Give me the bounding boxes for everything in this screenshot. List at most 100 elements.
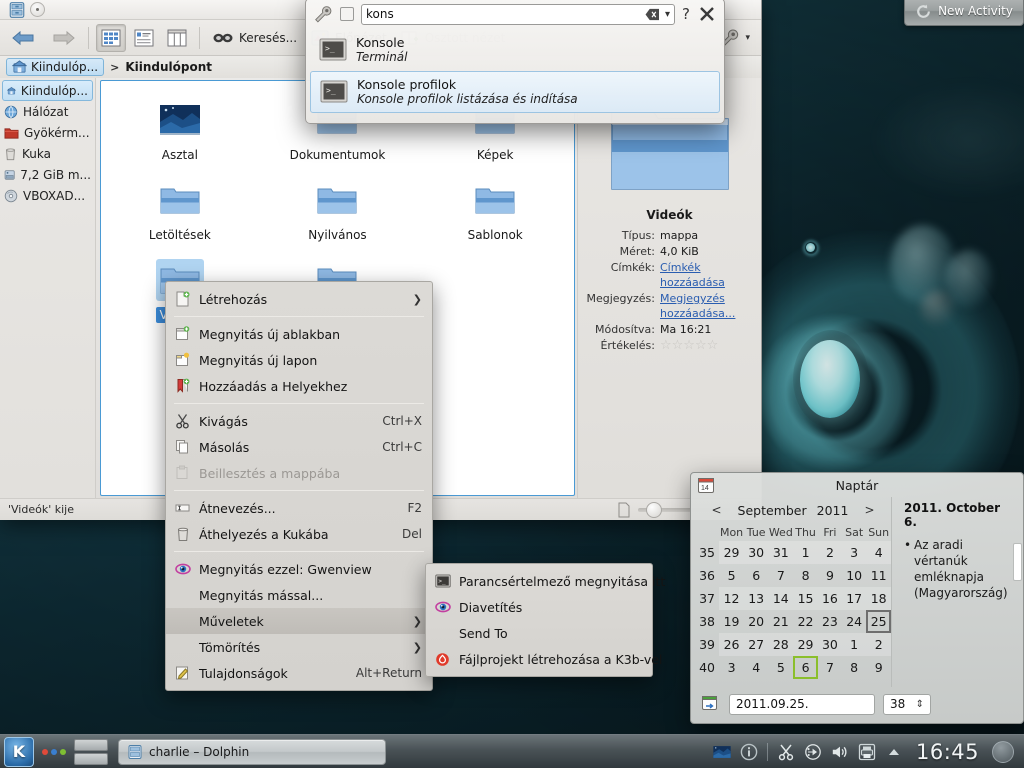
next-month-button[interactable]: > (858, 503, 880, 517)
calendar-day[interactable]: 4 (744, 656, 768, 679)
calendar-day[interactable]: 21 (768, 610, 793, 633)
calendar-day[interactable]: 22 (793, 610, 818, 633)
krunner-search-input[interactable]: kons ▾ (361, 4, 675, 25)
calendar-day[interactable]: 8 (793, 564, 818, 587)
usb-icon[interactable] (804, 743, 822, 761)
submenu-item-open-terminal[interactable]: >_ Parancsértelmező megnyitása itt (426, 568, 652, 594)
pager-desktop-1[interactable] (74, 739, 108, 751)
breadcrumb-home[interactable]: Kiindulóp... (6, 58, 104, 76)
desktop-preview-icon[interactable] (713, 743, 731, 761)
calendar-day[interactable]: 7 (818, 656, 842, 679)
calendar-day[interactable]: 11 (866, 564, 891, 587)
calendar-year[interactable]: 2011 (817, 503, 849, 518)
calendar-day[interactable]: 20 (744, 610, 768, 633)
calendar-day[interactable]: 15 (793, 587, 818, 610)
calendar-day[interactable]: 6 (744, 564, 768, 587)
cut-icon[interactable] (777, 743, 795, 761)
calendar-day[interactable]: 23 (818, 610, 842, 633)
close-icon[interactable] (697, 5, 717, 23)
calendar-day[interactable]: 31 (768, 541, 793, 564)
clear-icon[interactable] (645, 8, 660, 21)
calendar-day-today[interactable]: 6 (793, 656, 818, 679)
place-item-root[interactable]: Gyökérm... (0, 122, 95, 143)
menu-item-cut[interactable]: Kivágás Ctrl+X (166, 408, 432, 434)
calendar-day[interactable]: 24 (842, 610, 866, 633)
menu-item-actions[interactable]: Műveletek ❯ (166, 608, 432, 634)
calendar-day[interactable]: 3 (719, 656, 744, 679)
calendar-day[interactable]: 17 (842, 587, 866, 610)
new-activity-button[interactable]: New Activity (904, 0, 1024, 26)
submenu-item-k3b-project[interactable]: Fájlprojekt létrehozása a K3b-vel (426, 646, 652, 672)
add-tags-link[interactable]: Címkék hozzáadása (660, 260, 753, 290)
rating-stars[interactable]: ☆☆☆☆☆ (660, 338, 718, 353)
menu-item-open-with[interactable]: Megnyitás mással... (166, 582, 432, 608)
task-button-dolphin[interactable]: charlie – Dolphin (118, 739, 386, 765)
menu-item-move-to-trash[interactable]: Áthelyezés a Kukába Del (166, 521, 432, 547)
wrench-icon[interactable] (313, 4, 333, 24)
menu-item-open-new-tab[interactable]: Megnyitás új lapon (166, 347, 432, 373)
calendar-day-selected[interactable]: 25 (866, 610, 891, 633)
titlebar-menu-button[interactable] (30, 2, 45, 17)
calendar-day[interactable]: 9 (818, 564, 842, 587)
menu-item-add-to-places[interactable]: Hozzáadás a Helyekhez (166, 373, 432, 399)
info-icon[interactable] (740, 743, 758, 761)
calendar-scrollbar[interactable] (1013, 543, 1022, 581)
calendar-date-input[interactable]: 2011.09.25. (729, 694, 875, 715)
place-item-home[interactable]: Kiindulóp... (2, 80, 93, 101)
calendar-day[interactable]: 3 (842, 541, 866, 564)
place-item-optical[interactable]: VBOXAD... (0, 185, 95, 206)
volume-icon[interactable] (831, 743, 849, 761)
file-item-letoltesek[interactable]: Letöltések (101, 171, 259, 251)
calendar-day[interactable]: 30 (818, 633, 842, 656)
view-icons-button[interactable] (96, 24, 126, 52)
place-item-drive[interactable]: 7,2 GiB m... (0, 164, 95, 185)
menu-item-rename[interactable]: Átnevezés... F2 (166, 495, 432, 521)
desktop-pager[interactable] (74, 738, 108, 766)
zoom-slider-handle[interactable] (646, 502, 662, 518)
calendar-day[interactable]: 10 (842, 564, 866, 587)
place-item-trash[interactable]: Kuka (0, 143, 95, 164)
spinner-arrows-icon[interactable]: ⇕ (916, 699, 924, 710)
calendar-day[interactable]: 1 (793, 541, 818, 564)
calendar-month[interactable]: September (738, 503, 807, 518)
calendar-day[interactable]: 28 (768, 633, 793, 656)
calendar-day[interactable]: 2 (866, 633, 891, 656)
printer-icon[interactable] (858, 743, 876, 761)
menu-item-open-new-window[interactable]: Megnyitás új ablakban (166, 321, 432, 347)
view-details-button[interactable] (129, 24, 159, 52)
forward-button[interactable] (45, 24, 81, 52)
calendar-day[interactable]: 30 (744, 541, 768, 564)
calendar-day[interactable]: 4 (866, 541, 891, 564)
menu-item-compress[interactable]: Tömörítés ❯ (166, 634, 432, 660)
prev-month-button[interactable]: < (705, 503, 727, 517)
search-button[interactable]: Keresés... (207, 24, 302, 52)
pager-desktop-2[interactable] (74, 753, 108, 765)
calendar-day[interactable]: 9 (866, 656, 891, 679)
calendar-week-spinbox[interactable]: 38 ⇕ (883, 694, 931, 715)
file-item-nyilvanos[interactable]: Nyilvános (259, 171, 417, 251)
calendar-day[interactable]: 14 (768, 587, 793, 610)
krunner-result-konsole-profiles[interactable]: >_ Konsole profilok Konsole profilok lis… (310, 71, 720, 113)
calendar-day[interactable]: 2 (818, 541, 842, 564)
jump-to-date-icon[interactable] (701, 695, 721, 713)
submenu-item-send-to[interactable]: Send To (426, 620, 652, 646)
kickoff-launcher-button[interactable]: K (4, 737, 34, 767)
krunner-activity-icon[interactable] (340, 7, 354, 21)
menu-item-open-with-gwenview[interactable]: Megnyitás ezzel: Gwenview (166, 556, 432, 582)
digital-clock[interactable]: 16:45 (912, 740, 983, 764)
chevron-down-icon[interactable]: ▾ (660, 9, 670, 20)
help-button[interactable]: ? (682, 5, 690, 23)
calendar-day[interactable]: 1 (842, 633, 866, 656)
file-item-sablonok[interactable]: Sablonok (416, 171, 574, 251)
calendar-day[interactable]: 16 (818, 587, 842, 610)
place-item-network[interactable]: Hálózat (0, 101, 95, 122)
calendar-day[interactable]: 7 (768, 564, 793, 587)
calendar-day[interactable]: 5 (719, 564, 744, 587)
menu-item-create[interactable]: Létrehozás ❯ (166, 286, 432, 312)
calendar-day[interactable]: 29 (793, 633, 818, 656)
show-desktop-button[interactable] (992, 741, 1014, 763)
calendar-day[interactable]: 8 (842, 656, 866, 679)
calendar-day[interactable]: 29 (719, 541, 744, 564)
calendar-day[interactable]: 13 (744, 587, 768, 610)
calendar-day[interactable]: 12 (719, 587, 744, 610)
